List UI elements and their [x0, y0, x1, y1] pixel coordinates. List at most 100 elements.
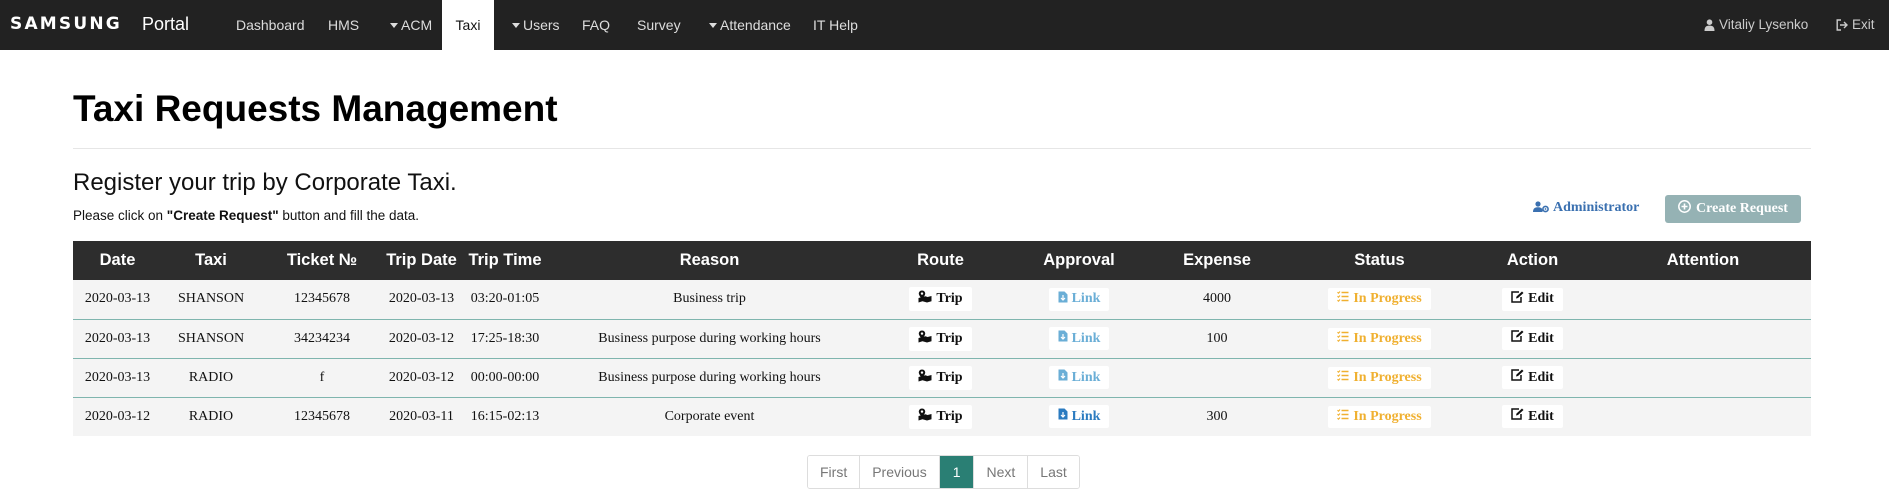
- column-header[interactable]: Date: [73, 241, 162, 280]
- file-download-icon: [1058, 369, 1068, 386]
- trip-route-button[interactable]: Trip: [909, 365, 972, 390]
- cell-expense: [1145, 358, 1289, 397]
- cell-date: 2020-03-13: [84, 369, 151, 385]
- user-icon: [1704, 17, 1719, 32]
- edit-button[interactable]: Edit: [1502, 287, 1563, 311]
- edit-button[interactable]: Edit: [1502, 405, 1563, 429]
- column-header[interactable]: Route: [868, 241, 1013, 280]
- cell-action: Edit: [1470, 358, 1595, 397]
- tasks-icon: [1337, 330, 1349, 347]
- cell-trip-time: 00:00-00:00: [470, 369, 540, 385]
- create-request-button[interactable]: Create Request: [1665, 195, 1801, 223]
- cell-expense: 100: [1206, 330, 1228, 346]
- edit-icon: [1511, 291, 1524, 308]
- column-header[interactable]: Taxi: [162, 241, 260, 280]
- cell-attention: [1595, 397, 1811, 436]
- approval-link[interactable]: Link: [1048, 327, 1110, 350]
- divider: [73, 148, 1811, 149]
- pagination-first[interactable]: First: [808, 456, 861, 488]
- approval-link[interactable]: Link: [1048, 405, 1110, 429]
- nav-taxi[interactable]: Taxi: [442, 0, 494, 50]
- column-header[interactable]: Reason: [551, 241, 868, 280]
- table-row: 2020-03-13 SHANSON 34234234 2020-03-12 1…: [73, 319, 1811, 358]
- cell-date: 2020-03-13: [84, 330, 151, 346]
- cell-trip-date: 2020-03-11: [389, 408, 454, 424]
- cell-trip-time: 17:25-18:30: [470, 330, 540, 346]
- table-row: 2020-03-13 SHANSON 12345678 2020-03-13 0…: [73, 280, 1811, 319]
- status-badge[interactable]: In Progress: [1328, 366, 1431, 389]
- file-download-icon: [1058, 291, 1068, 308]
- nav-dashboard[interactable]: Dashboard: [236, 0, 305, 50]
- nav-exit[interactable]: Exit: [1836, 0, 1875, 50]
- trip-route-button[interactable]: Trip: [909, 404, 972, 429]
- column-header[interactable]: Action: [1470, 241, 1595, 280]
- cell-trip-time: 16:15-02:13: [470, 408, 540, 424]
- column-header[interactable]: Attention: [1595, 241, 1811, 280]
- column-header[interactable]: Trip Date: [384, 241, 459, 280]
- cell-trip-date: 2020-03-12: [388, 330, 455, 346]
- column-header[interactable]: Trip Time: [459, 241, 551, 280]
- cell-ticket: f: [319, 369, 325, 385]
- cell-ticket: 34234234: [294, 330, 350, 346]
- pagination-next[interactable]: Next: [974, 456, 1029, 488]
- edit-button[interactable]: Edit: [1502, 327, 1563, 350]
- table-row: 2020-03-13 RADIO f 2020-03-12 00:00-00:0…: [73, 358, 1811, 397]
- top-navbar: SAMSUNG Portal Dashboard HMS ACM Taxi Us…: [0, 0, 1889, 50]
- column-header[interactable]: Approval: [1013, 241, 1145, 280]
- nav-faq[interactable]: FAQ: [582, 0, 610, 50]
- approval-link[interactable]: Link: [1048, 287, 1110, 311]
- column-header[interactable]: Status: [1289, 241, 1470, 280]
- column-header[interactable]: Ticket №: [260, 241, 384, 280]
- cell-taxi: RADIO: [188, 408, 234, 424]
- caret-down-icon: [709, 23, 717, 28]
- map-marked-icon: [918, 330, 932, 348]
- cell-approval: Link: [1013, 280, 1145, 319]
- nav-acm[interactable]: ACM: [390, 0, 432, 50]
- edit-icon: [1511, 330, 1524, 347]
- nav-users[interactable]: Users: [512, 0, 560, 50]
- cell-route: Trip: [868, 280, 1013, 319]
- pagination: First Previous 1 Next Last: [807, 455, 1080, 489]
- cell-reason: Business purpose during working hours: [598, 369, 821, 385]
- file-download-icon: [1058, 408, 1068, 425]
- cell-trip-time: 03:20-01:05: [470, 291, 540, 307]
- table-row: 2020-03-12 RADIO 12345678 2020-03-11 16:…: [73, 397, 1811, 436]
- map-marked-icon: [918, 290, 932, 308]
- caret-down-icon: [512, 23, 520, 28]
- pagination-current-page[interactable]: 1: [939, 456, 975, 488]
- nav-survey[interactable]: Survey: [637, 0, 681, 50]
- cell-route: Trip: [868, 358, 1013, 397]
- cell-approval: Link: [1013, 319, 1145, 358]
- status-badge[interactable]: In Progress: [1328, 405, 1431, 428]
- portal-brand[interactable]: Portal: [142, 14, 189, 35]
- table-header-row: Date Taxi Ticket № Trip Date Trip Time R…: [73, 241, 1811, 280]
- instruction-highlight: "Create Request": [166, 208, 279, 223]
- cell-action: Edit: [1470, 280, 1595, 319]
- nav-hms[interactable]: HMS: [328, 0, 359, 50]
- column-header[interactable]: Expense: [1145, 241, 1289, 280]
- page-subtitle: Register your trip by Corporate Taxi.: [73, 169, 457, 196]
- map-marked-icon: [918, 408, 932, 426]
- nav-it-help[interactable]: IT Help: [813, 0, 858, 50]
- cell-ticket: 12345678: [294, 291, 350, 307]
- cell-attention: [1595, 319, 1811, 358]
- cell-status: In Progress: [1289, 358, 1470, 397]
- instruction-text: Please click on "Create Request" button …: [73, 208, 419, 223]
- samsung-logo[interactable]: SAMSUNG: [10, 14, 122, 34]
- page-title: Taxi Requests Management: [73, 88, 558, 129]
- cell-route: Trip: [868, 397, 1013, 436]
- nav-attendance[interactable]: Attendance: [709, 0, 791, 50]
- tasks-icon: [1337, 369, 1349, 386]
- status-badge[interactable]: In Progress: [1328, 327, 1431, 350]
- file-download-icon: [1058, 330, 1068, 347]
- administrator-link[interactable]: Administrator: [1533, 200, 1639, 216]
- approval-link[interactable]: Link: [1048, 366, 1110, 389]
- pagination-last[interactable]: Last: [1028, 456, 1079, 488]
- nav-user-menu[interactable]: Vitaliy Lysenko: [1704, 0, 1808, 50]
- pagination-previous[interactable]: Previous: [860, 456, 940, 488]
- status-badge[interactable]: In Progress: [1328, 288, 1431, 311]
- cell-date: 2020-03-13: [84, 291, 151, 307]
- edit-button[interactable]: Edit: [1502, 366, 1563, 389]
- trip-route-button[interactable]: Trip: [909, 287, 972, 312]
- trip-route-button[interactable]: Trip: [909, 326, 972, 351]
